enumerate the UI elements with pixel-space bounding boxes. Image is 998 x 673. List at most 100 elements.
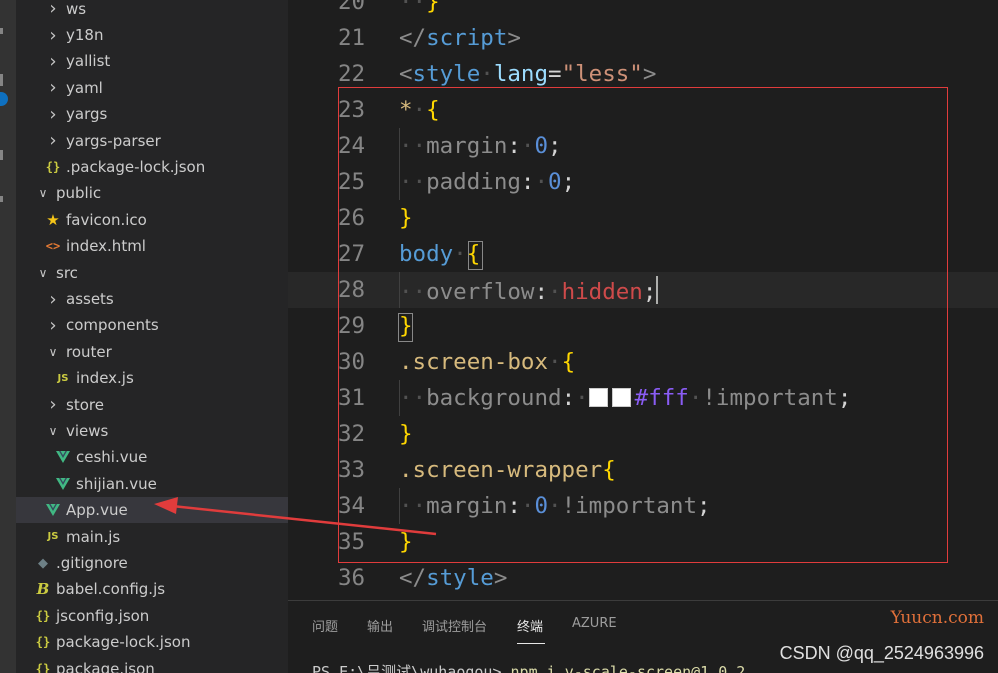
code-token: = bbox=[548, 61, 562, 87]
terminal-command: npm i v-scale-screen@1.0.2 bbox=[510, 663, 746, 673]
explorer-item-label: package.json bbox=[56, 659, 155, 673]
json-file-icon: {} bbox=[35, 661, 51, 673]
explorer-folder[interactable]: › components bbox=[16, 312, 288, 338]
chevron-down-icon: ∨ bbox=[48, 344, 58, 359]
code-line[interactable]: 36 </style> bbox=[288, 560, 998, 596]
explorer-file[interactable]: App.vue bbox=[16, 497, 288, 524]
explorer-folder[interactable]: › y18n bbox=[16, 22, 288, 48]
explorer-folder[interactable]: › ws bbox=[16, 0, 288, 22]
json-file-icon: {} bbox=[45, 160, 61, 175]
code-token: </ bbox=[399, 565, 427, 591]
chevron-right-icon: › bbox=[49, 103, 57, 125]
vue-file-icon bbox=[54, 477, 72, 490]
chevron-right-icon: › bbox=[49, 314, 57, 336]
explorer-item-label: ceshi.vue bbox=[76, 448, 148, 467]
tab-terminal[interactable]: 终端 bbox=[517, 616, 543, 635]
explorer-item-label: public bbox=[56, 184, 102, 203]
json-file-icon: {} bbox=[35, 608, 51, 623]
explorer-file[interactable]: shijian.vue bbox=[16, 471, 288, 497]
explorer-folder[interactable]: ∨ src bbox=[16, 260, 288, 286]
code-line[interactable]: 20 ··} bbox=[288, 0, 998, 20]
explorer-item-label: yargs bbox=[66, 105, 108, 124]
terminal-line[interactable]: PS E:\吕测试\wuhaogou> npm i v-scale-screen… bbox=[312, 661, 745, 673]
html-file-icon: <> bbox=[45, 239, 61, 254]
code-token: </ bbox=[399, 25, 427, 51]
explorer-item-label: router bbox=[66, 342, 112, 361]
activity-indicator bbox=[0, 74, 3, 86]
code-text: </script> bbox=[399, 25, 521, 51]
activity-bar bbox=[0, 0, 16, 673]
chevron-right-icon: › bbox=[49, 0, 57, 20]
code-token: style bbox=[412, 61, 481, 87]
code-token: < bbox=[399, 61, 413, 87]
explorer-folder[interactable]: › yaml bbox=[16, 75, 288, 101]
tab-problems[interactable]: 问题 bbox=[312, 616, 338, 635]
explorer-item-label: views bbox=[66, 422, 109, 441]
explorer-item-label: store bbox=[66, 395, 104, 414]
explorer-file[interactable]: ◆ .gitignore bbox=[16, 550, 288, 576]
js-file-icon: JS bbox=[47, 531, 59, 543]
terminal-prompt: PS E:\吕测试\wuhaogou> bbox=[312, 663, 511, 673]
explorer-item-label: jsconfig.json bbox=[56, 606, 150, 625]
explorer-item-label: favicon.ico bbox=[66, 210, 147, 229]
code-token: } bbox=[426, 0, 440, 15]
explorer-item-label: App.vue bbox=[66, 501, 128, 520]
code-token: script bbox=[426, 25, 508, 51]
explorer-file[interactable]: JS index.js bbox=[16, 365, 288, 391]
explorer-file[interactable]: ceshi.vue bbox=[16, 444, 288, 470]
site-watermark: Yuucn.com bbox=[890, 608, 984, 628]
explorer-item-label: yallist bbox=[66, 52, 111, 71]
tab-output[interactable]: 输出 bbox=[367, 616, 393, 635]
active-tab-indicator bbox=[517, 643, 545, 644]
explorer-item-label: babel.config.js bbox=[56, 580, 166, 599]
explorer-folder[interactable]: ∨ router bbox=[16, 339, 288, 365]
explorer-folder[interactable]: ∨ public bbox=[16, 180, 288, 206]
code-token: lang bbox=[493, 61, 549, 87]
code-token: > bbox=[642, 61, 657, 87]
explorer-file[interactable]: Bbabel.config.js bbox=[16, 576, 288, 602]
explorer-item-label: ws bbox=[66, 0, 87, 18]
explorer-item-label: src bbox=[56, 263, 78, 282]
explorer-file[interactable]: {} jsconfig.json bbox=[16, 603, 288, 629]
explorer-item-label: main.js bbox=[66, 527, 121, 546]
explorer-item-label: shijian.vue bbox=[76, 474, 157, 493]
explorer-folder[interactable]: › yallist bbox=[16, 48, 288, 74]
explorer-file[interactable]: <> index.html bbox=[16, 233, 288, 259]
line-number: 22 bbox=[338, 61, 366, 87]
js-file-icon: JS bbox=[57, 372, 69, 384]
code-line[interactable]: 21 </script> bbox=[288, 20, 998, 56]
explorer-item-label: .gitignore bbox=[56, 554, 128, 573]
explorer-folder[interactable]: › yargs bbox=[16, 101, 288, 127]
tab-azure[interactable]: AZURE bbox=[572, 616, 617, 631]
explorer-file[interactable]: {} .package-lock.json bbox=[16, 154, 288, 180]
chevron-down-icon: ∨ bbox=[48, 424, 58, 439]
chevron-down-icon: ∨ bbox=[38, 265, 48, 280]
explorer-folder[interactable]: › store bbox=[16, 392, 288, 418]
explorer-file[interactable]: JS main.js bbox=[16, 524, 288, 550]
star-icon: ★ bbox=[46, 210, 60, 229]
explorer-file[interactable]: {} package-lock.json bbox=[16, 629, 288, 655]
explorer-file[interactable]: {} package.json bbox=[16, 656, 288, 673]
chevron-right-icon: › bbox=[49, 394, 57, 416]
code-token: "less" bbox=[561, 61, 643, 87]
line-number: 21 bbox=[338, 25, 366, 51]
explorer-item-label: assets bbox=[66, 290, 114, 309]
source-control-badge[interactable] bbox=[0, 92, 8, 106]
vue-file-icon bbox=[54, 451, 72, 464]
file-explorer: › ws › y18n › yallist › yaml › yargs › yargs-parser… bbox=[16, 0, 288, 673]
explorer-folder[interactable]: › assets bbox=[16, 286, 288, 312]
chevron-right-icon: › bbox=[49, 130, 57, 152]
whitespace-marker: ·· bbox=[399, 0, 427, 15]
explorer-file[interactable]: ★ favicon.ico bbox=[16, 207, 288, 233]
explorer-item-label: yargs-parser bbox=[66, 131, 161, 150]
code-text: ··} bbox=[399, 0, 440, 15]
explorer-folder[interactable]: ∨ views bbox=[16, 418, 288, 444]
chevron-right-icon: › bbox=[49, 288, 57, 310]
tab-debug-console[interactable]: 调试控制台 bbox=[422, 616, 487, 635]
explorer-folder[interactable]: › yargs-parser bbox=[16, 128, 288, 154]
annotation-box bbox=[338, 87, 948, 563]
git-file-icon: ◆ bbox=[38, 555, 48, 571]
explorer-item-label: components bbox=[66, 316, 159, 335]
json-file-icon: {} bbox=[35, 635, 51, 650]
code-text: <style·lang="less"> bbox=[399, 61, 656, 87]
